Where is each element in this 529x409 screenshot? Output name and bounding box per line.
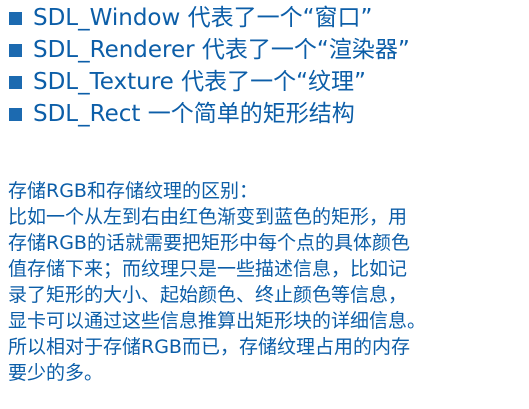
square-bullet-icon (9, 11, 22, 25)
note-line: 要少的多。 (8, 362, 104, 384)
square-bullet-icon (9, 75, 22, 89)
note-line: 比如一个从左到右由红色渐变到蓝色的矩形，用 (8, 206, 408, 228)
explanation-paragraph: 存储RGB和存储纹理的区别： 比如一个从左到右由红色渐变到蓝色的矩形，用 存储R… (8, 178, 526, 386)
note-line: 存储RGB和存储纹理的区别： (8, 180, 258, 202)
bullet-item-window: SDL_Window 代表了一个“窗口” (9, 2, 410, 34)
bullet-text: SDL_Texture 代表了一个“纹理” (33, 69, 366, 95)
bullet-item-texture: SDL_Texture 代表了一个“纹理” (9, 66, 410, 98)
square-bullet-icon (9, 107, 22, 121)
bullet-item-rect: SDL_Rect 一个简单的矩形结构 (9, 98, 410, 130)
note-line: 显卡可以通过这些信息推算出矩形块的详细信息。 (8, 310, 427, 332)
bullet-list: SDL_Window 代表了一个“窗口” SDL_Renderer 代表了一个“… (9, 2, 410, 130)
note-line: 存储RGB的话就需要把矩形中每个点的具体颜色 (8, 232, 410, 254)
bullet-item-renderer: SDL_Renderer 代表了一个“渲染器” (9, 34, 410, 66)
square-bullet-icon (9, 43, 22, 57)
bullet-text: SDL_Rect 一个简单的矩形结构 (33, 101, 355, 127)
note-line: 所以相对于存储RGB而已，存储纹理占用的内存 (8, 336, 410, 358)
bullet-text: SDL_Window 代表了一个“窗口” (33, 5, 373, 31)
bullet-text: SDL_Renderer 代表了一个“渲染器” (33, 37, 410, 63)
note-line: 值存储下来；而纹理只是一些描述信息，比如记 (8, 258, 408, 280)
note-line: 录了矩形的大小、起始颜色、终止颜色等信息， (8, 284, 408, 306)
